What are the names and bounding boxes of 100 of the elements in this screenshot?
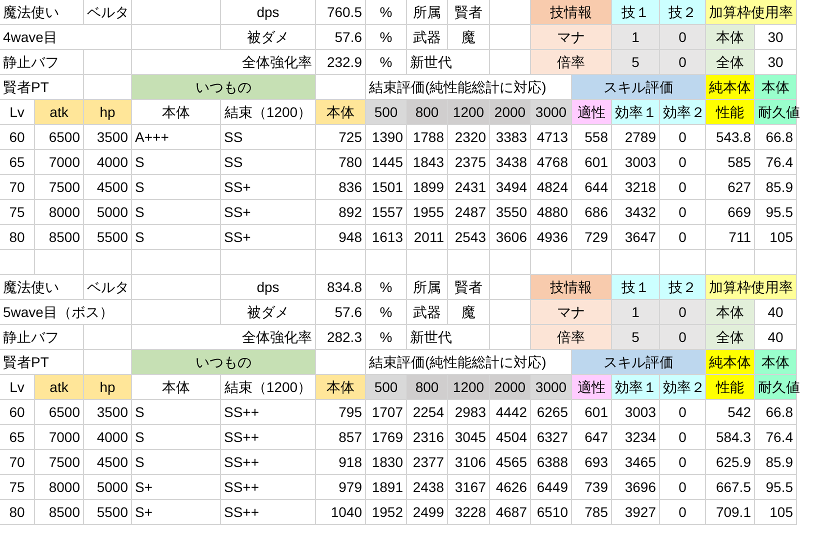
table-cell: 948: [316, 225, 366, 250]
column-header: 3000: [531, 375, 572, 400]
row-label: 本体: [706, 25, 755, 50]
table-cell: 3003: [612, 400, 660, 425]
empty-cell: [84, 250, 132, 275]
table-cell: 1788: [407, 125, 448, 150]
table-cell: 0: [660, 400, 706, 425]
table-cell: 4504: [490, 425, 531, 450]
table-cell: 8500: [35, 225, 84, 250]
table-cell: 3550: [490, 200, 531, 225]
table-cell: 7500: [35, 175, 84, 200]
table-cell: 0: [660, 475, 706, 500]
section-header: 加算枠使用率: [706, 0, 797, 25]
row-label: 本体: [706, 300, 755, 325]
table-cell: 6388: [531, 450, 572, 475]
unit-label: %: [366, 25, 407, 50]
table-cell: 836: [316, 175, 366, 200]
table-cell: 80: [0, 500, 35, 525]
table-cell: 644: [572, 175, 612, 200]
table-cell: 1955: [407, 200, 448, 225]
empty-cell: [366, 250, 407, 275]
stat-label: 被ダメ: [221, 300, 316, 325]
table-cell: S+: [132, 475, 221, 500]
table-cell: 3003: [612, 150, 660, 175]
unit-label: %: [366, 300, 407, 325]
table-cell: 627: [706, 175, 755, 200]
table-cell: 669: [706, 200, 755, 225]
table-cell: 5500: [84, 500, 132, 525]
stat-value: 57.6: [316, 300, 366, 325]
table-cell: 1613: [366, 225, 407, 250]
table-cell: 4824: [531, 175, 572, 200]
table-cell: 693: [572, 450, 612, 475]
table-cell: 2499: [407, 500, 448, 525]
table-cell: 6449: [531, 475, 572, 500]
column-header: 適性: [572, 375, 612, 400]
column-header: 本体: [132, 100, 221, 125]
table-cell: 66.8: [755, 125, 797, 150]
table-cell: 3927: [612, 500, 660, 525]
field-label: 所属: [407, 275, 448, 300]
row-label: 全体: [706, 325, 755, 350]
table-cell: 739: [572, 475, 612, 500]
table-cell: 3606: [490, 225, 531, 250]
table-cell: 8000: [35, 200, 84, 225]
table-cell: 1: [612, 300, 660, 325]
table-cell: 70: [0, 450, 35, 475]
buff-label: 静止バフ: [0, 50, 84, 75]
table-cell: SS++: [221, 400, 316, 425]
column-header: 技２: [660, 275, 706, 300]
table-cell: 4442: [490, 400, 531, 425]
table-cell: 711: [706, 225, 755, 250]
table-cell: S: [132, 150, 221, 175]
table-cell: 686: [572, 200, 612, 225]
table-cell: 1707: [366, 400, 407, 425]
table-cell: 1040: [316, 500, 366, 525]
table-cell: 5000: [84, 200, 132, 225]
column-header: 500: [366, 375, 407, 400]
table-cell: 85.9: [755, 450, 797, 475]
table-cell: 2487: [448, 200, 490, 225]
column-header: 性能: [706, 375, 755, 400]
table-cell: 1899: [407, 175, 448, 200]
group-header: 純本体: [706, 75, 755, 100]
table-cell: 3106: [448, 450, 490, 475]
table-cell: 780: [316, 150, 366, 175]
table-cell: 979: [316, 475, 366, 500]
row-label: 倍率: [531, 50, 612, 75]
stat-value: 834.8: [316, 275, 366, 300]
column-header: 適性: [572, 100, 612, 125]
column-header: 技１: [612, 0, 660, 25]
unit-label: %: [366, 275, 407, 300]
table-cell: 725: [316, 125, 366, 150]
table-cell: 80: [0, 225, 35, 250]
table-cell: 4936: [531, 225, 572, 250]
table-cell: SS+: [221, 200, 316, 225]
table-cell: 8000: [35, 475, 84, 500]
buff-label: 静止バフ: [0, 325, 84, 350]
table-cell: 4000: [84, 425, 132, 450]
table-cell: 6327: [531, 425, 572, 450]
column-header: hp: [84, 100, 132, 125]
table-cell: 5500: [84, 225, 132, 250]
table-cell: SS: [221, 125, 316, 150]
stat-value: 57.6: [316, 25, 366, 50]
table-cell: 0: [660, 125, 706, 150]
table-cell: 76.4: [755, 425, 797, 450]
table-cell: 4500: [84, 450, 132, 475]
table-cell: 60: [0, 400, 35, 425]
table-cell: 60: [0, 125, 35, 150]
table-cell: 3383: [490, 125, 531, 150]
table-cell: SS+: [221, 175, 316, 200]
table-cell: 3228: [448, 500, 490, 525]
table-cell: SS++: [221, 425, 316, 450]
table-cell: 3432: [612, 200, 660, 225]
table-cell: 65: [0, 425, 35, 450]
group-header: いつもの: [132, 350, 316, 375]
table-cell: SS++: [221, 500, 316, 525]
table-cell: 601: [572, 150, 612, 175]
table-cell: 2431: [448, 175, 490, 200]
table-cell: 7000: [35, 425, 84, 450]
table-cell: 6265: [531, 400, 572, 425]
table-cell: 2011: [407, 225, 448, 250]
section-header: 加算枠使用率: [706, 275, 797, 300]
